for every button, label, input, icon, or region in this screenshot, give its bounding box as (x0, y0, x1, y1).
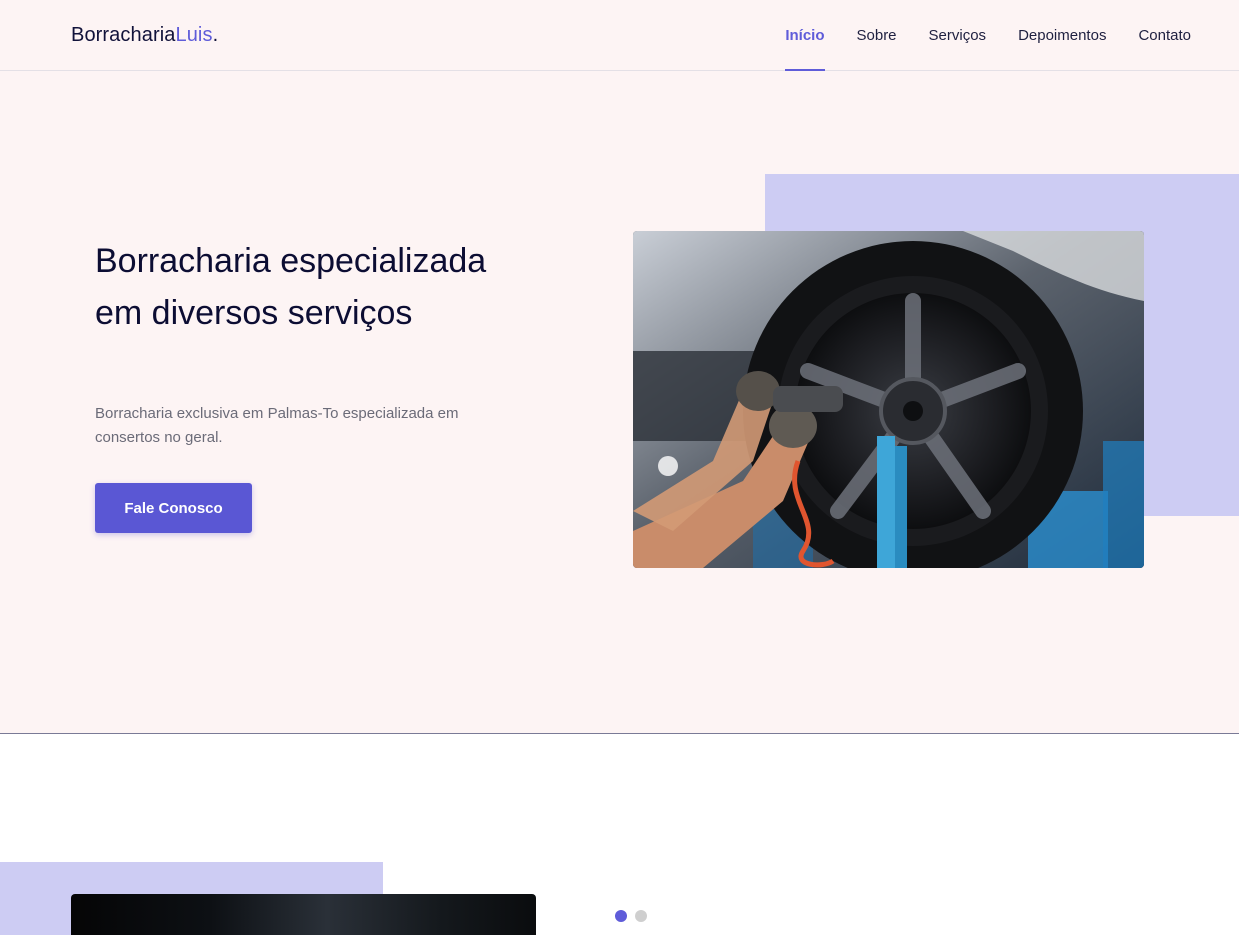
logo-main: Borracharia (71, 24, 176, 46)
contact-button[interactable]: Fale Conosco (95, 483, 252, 533)
tire-service-photo (633, 231, 1144, 568)
site-header: BorrachariaLuis. Início Sobre Serviços D… (0, 0, 1239, 71)
main-nav: Início Sobre Serviços Depoimentos Contat… (753, 0, 1191, 71)
carousel-indicators (615, 910, 647, 922)
brand-logo[interactable]: BorrachariaLuis. (71, 24, 218, 47)
carousel-dot-2[interactable] (635, 910, 647, 922)
nav-item-servicos[interactable]: Serviços (929, 0, 987, 71)
nav-item-inicio[interactable]: Início (785, 0, 825, 71)
about-photo (71, 894, 536, 935)
hero-section: Borracharia especializada em diversos se… (0, 71, 1239, 734)
nav-item-sobre[interactable]: Sobre (857, 0, 897, 71)
hero-subtitle: Borracharia exclusiva em Palmas-To espec… (95, 405, 459, 446)
nav-item-depoimentos[interactable]: Depoimentos (1018, 0, 1106, 71)
logo-accent: Luis (175, 24, 213, 46)
hero-title: Borracharia especializada em diversos se… (95, 242, 487, 332)
logo-dot: . (212, 24, 219, 46)
nav-item-contato[interactable]: Contato (1138, 0, 1191, 71)
about-section (0, 734, 1239, 935)
carousel-dot-1[interactable] (615, 910, 627, 922)
